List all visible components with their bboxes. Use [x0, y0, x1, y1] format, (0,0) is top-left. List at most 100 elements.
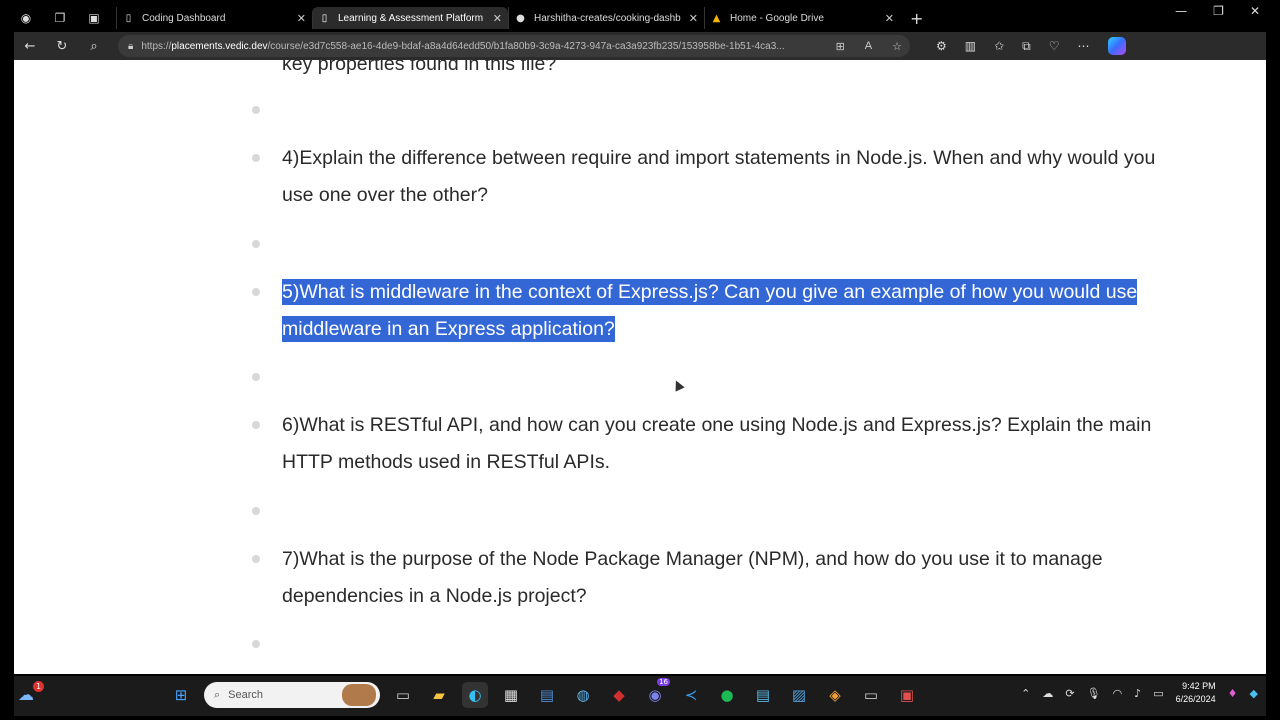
show-hidden-icons-icon[interactable]: ⌃ — [1021, 687, 1030, 700]
read-aloud-icon[interactable]: A — [865, 40, 872, 53]
mouse-cursor — [671, 378, 685, 392]
list-bullet — [252, 154, 260, 162]
mcafee-icon[interactable]: ◆ — [606, 682, 632, 708]
spotify-icon[interactable]: ● — [714, 682, 740, 708]
question-text: 4)Explain the difference between require… — [282, 147, 1156, 206]
search-highlight-image — [342, 684, 376, 706]
weather-widget-icon[interactable]: ☁ 1 — [18, 681, 44, 707]
browser-toolbar: ← ↻ ⌕ 🔒︎ https:// placements.vedic.dev /… — [14, 32, 1266, 60]
app-available-icon[interactable]: ⊞ — [836, 40, 845, 53]
tab-label: Learning & Assessment Platform — [338, 12, 484, 24]
edge-browser-icon[interactable]: ◐ — [462, 682, 488, 708]
microphone-icon[interactable]: 🎙︎ — [1087, 687, 1101, 700]
more-menu-icon[interactable]: ⋯ — [1078, 39, 1090, 53]
new-tab-button[interactable]: + — [910, 9, 923, 28]
url-path: /course/e3d7c558-ae16-4de9-bdaf-a8a4d64e… — [267, 40, 785, 52]
browser-tab-bar: ◉ ❐ ▣ ▯ Coding Dashboard ✕ ▯ Learning & … — [14, 6, 1266, 30]
window-controls: — ❐ ✕ — [1175, 4, 1260, 18]
favorites-icon[interactable]: ✩ — [994, 39, 1004, 53]
selected-text[interactable]: 5)What is middleware in the context of E… — [282, 279, 1138, 342]
back-icon[interactable]: ← — [14, 34, 46, 58]
taskbar-search-box[interactable]: ⌕ Search — [204, 682, 380, 708]
list-bullet — [252, 288, 260, 296]
search-icon: ⌕ — [214, 688, 221, 701]
teams-icon[interactable]: ◉ 16 — [642, 678, 670, 708]
sync-icon[interactable]: ⟳ — [1065, 687, 1074, 700]
git-icon[interactable]: ◈ — [822, 682, 848, 708]
favorite-star-icon[interactable]: ☆ — [892, 40, 902, 53]
tab-google-drive[interactable]: ▲ Home - Google Drive ✕ — [704, 7, 900, 29]
copilot-taskbar-icon[interactable]: ◆ — [1250, 687, 1258, 700]
list-bullet — [252, 373, 260, 381]
screen: ◉ ❐ ▣ ▯ Coding Dashboard ✕ ▯ Learning & … — [0, 0, 1280, 720]
browser-essentials-icon[interactable]: ♡ — [1049, 39, 1060, 53]
extensions-area: ⚙ ▥ ✩ ⧉ ♡ ⋯ — [936, 37, 1126, 55]
minimize-icon[interactable]: — — [1175, 4, 1187, 18]
question-text: 7)What is the purpose of the Node Packag… — [282, 548, 1103, 607]
tab-github[interactable]: ● Harshitha-creates/cooking-dashb ✕ — [508, 7, 704, 29]
notification-badge: 1 — [33, 681, 44, 692]
list-bullet — [252, 507, 260, 515]
list-bullet — [252, 106, 260, 114]
close-tab-icon[interactable]: ✕ — [689, 12, 698, 25]
mysql-workbench-icon[interactable]: ▤ — [534, 682, 560, 708]
list-bullet — [252, 240, 260, 248]
close-tab-icon[interactable]: ✕ — [493, 12, 502, 25]
tab-label: Harshitha-creates/cooking-dashb — [534, 12, 681, 24]
list-bullet — [252, 421, 260, 429]
taskbar-apps: ⊞ ⌕ Search ▭ ▰ ◐ ▦ ▤ ◍ ◆ ◉ 16 ≺ ● ▤ ▨ ◈ ▭… — [168, 678, 920, 708]
refresh-icon[interactable]: ↻ — [46, 34, 78, 58]
chrome-like-app-icon[interactable]: ◍ — [570, 682, 596, 708]
notification-bell-icon[interactable]: ♦ — [1228, 687, 1238, 700]
split-screen-icon[interactable]: ▥ — [965, 39, 976, 53]
google-drive-icon: ▲ — [712, 12, 721, 24]
tab-learning-assessment[interactable]: ▯ Learning & Assessment Platform ✕ — [312, 7, 508, 29]
onedrive-icon[interactable]: ☁ — [1042, 687, 1053, 700]
page-icon: ▯ — [321, 12, 328, 24]
terminal-icon[interactable]: ▭ — [858, 682, 884, 708]
search-placeholder: Search — [228, 689, 264, 701]
close-tab-icon[interactable]: ✕ — [297, 12, 306, 25]
vscode-icon[interactable]: ≺ — [678, 682, 704, 708]
tab-coding-dashboard[interactable]: ▯ Coding Dashboard ✕ — [116, 7, 312, 29]
wifi-icon[interactable]: ◠ — [1113, 687, 1123, 700]
url-prefix: https:// — [141, 40, 172, 52]
page-icon: ▯ — [125, 12, 132, 24]
url-host: placements.vedic.dev — [171, 40, 268, 52]
collections-icon[interactable]: ⧉ — [1022, 39, 1031, 54]
windows-start-icon[interactable]: ⊞ — [168, 682, 194, 708]
notepad-icon[interactable]: ▤ — [750, 682, 776, 708]
system-tray: ⌃ ☁ ⟳ 🎙︎ ◠ ♪ ▭ 9:42 PM 6/26/2024 ♦ ◆ — [1021, 680, 1258, 706]
question-text: key properties found in this file? — [282, 60, 557, 75]
question-text: 6)What is RESTful API, and how can you c… — [282, 414, 1152, 473]
task-view-icon[interactable]: ▭ — [390, 682, 416, 708]
restore-icon[interactable]: ❐ — [1213, 4, 1224, 18]
copilot-icon[interactable] — [1107, 37, 1126, 55]
battery-icon[interactable]: ▭ — [1153, 687, 1163, 700]
profile-icon[interactable]: ◉ — [14, 7, 38, 29]
snipping-tool-icon[interactable]: ▣ — [894, 682, 920, 708]
extensions-icon[interactable]: ⚙ — [936, 39, 947, 53]
photos-icon[interactable]: ▨ — [786, 682, 812, 708]
search-icon[interactable]: ⌕ — [78, 34, 110, 58]
tab-label: Coding Dashboard — [142, 12, 226, 24]
close-window-icon[interactable]: ✕ — [1250, 4, 1260, 18]
address-bar[interactable]: 🔒︎ https:// placements.vedic.dev /course… — [118, 35, 910, 57]
list-bullet — [252, 640, 260, 648]
clock-date: 6/26/2024 — [1175, 694, 1216, 704]
microsoft-store-icon[interactable]: ▦ — [498, 682, 524, 708]
list-bullet — [252, 555, 260, 563]
tab-actions-icon[interactable]: ▣ — [82, 7, 106, 29]
teams-badge: 16 — [657, 678, 670, 686]
lock-icon[interactable]: 🔒︎ — [128, 41, 133, 52]
tab-label: Home - Google Drive — [730, 12, 824, 24]
question-text-selected[interactable]: 5)What is middleware in the context of E… — [282, 274, 1162, 348]
clock-time: 9:42 PM — [1182, 681, 1216, 691]
volume-icon[interactable]: ♪ — [1134, 687, 1141, 700]
clock[interactable]: 9:42 PM 6/26/2024 — [1176, 680, 1216, 706]
github-icon: ● — [516, 12, 525, 24]
windows-taskbar: ☁ 1 ⊞ ⌕ Search ▭ ▰ ◐ ▦ ▤ ◍ ◆ ◉ 16 ≺ ● ▤ ▨… — [14, 676, 1266, 716]
close-tab-icon[interactable]: ✕ — [885, 12, 894, 25]
file-explorer-icon[interactable]: ▰ — [426, 682, 452, 708]
workspaces-icon[interactable]: ❐ — [48, 7, 72, 29]
